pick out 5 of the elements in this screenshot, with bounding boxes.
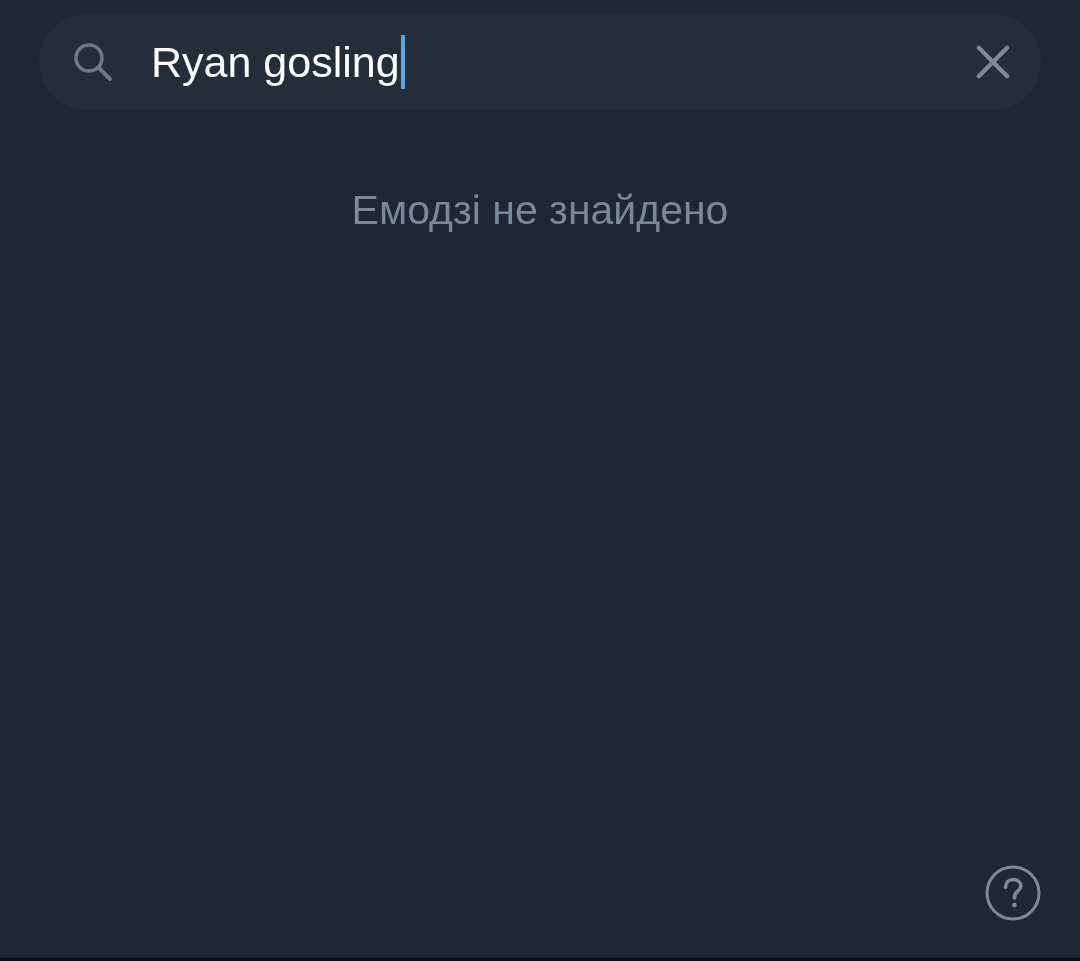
search-field[interactable]: Ryan gosling bbox=[39, 14, 1041, 110]
help-icon[interactable] bbox=[985, 865, 1041, 921]
search-icon bbox=[72, 41, 114, 83]
empty-message: Емодзі не знайдено bbox=[351, 186, 729, 234]
close-icon bbox=[976, 45, 1010, 79]
